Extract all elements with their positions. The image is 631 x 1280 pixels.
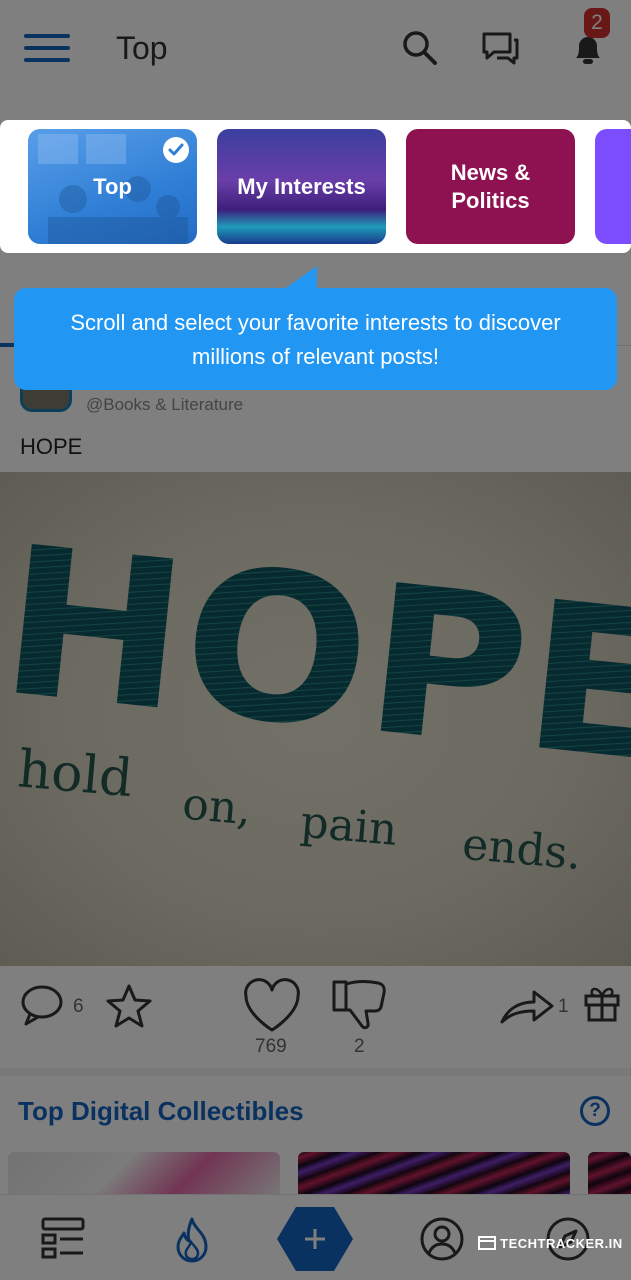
tooltip-line-2: millions of relevant posts! — [192, 344, 439, 369]
image-word-1: hold — [15, 739, 135, 809]
interest-chip-news-politics[interactable]: News & Politics — [406, 129, 575, 244]
interest-picker: Top My Interests News & Politics — [0, 120, 631, 253]
image-word-2: on, — [180, 779, 253, 836]
interest-label-top: Top — [93, 173, 132, 199]
help-icon[interactable]: ? — [580, 1096, 610, 1126]
comment-count: 6 — [73, 996, 84, 1017]
tooltip-line-1: Scroll and select your favorite interest… — [70, 310, 561, 335]
chat-icon[interactable] — [480, 28, 520, 68]
collectible-card-2[interactable] — [298, 1152, 570, 1198]
post-actions: 6 769 2 1 — [0, 966, 631, 1076]
share-count: 1 — [558, 996, 569, 1017]
post-community[interactable]: @Books & Literature — [86, 395, 243, 415]
heart-icon[interactable] — [242, 978, 302, 1034]
dislike-icon[interactable] — [330, 978, 388, 1034]
app-bar: Top 2 — [0, 0, 631, 100]
star-icon[interactable] — [106, 983, 152, 1029]
interest-chip-my-interests[interactable]: My Interests — [217, 129, 386, 244]
page-title: Top — [116, 30, 168, 66]
menu-icon[interactable] — [24, 30, 72, 66]
flame-icon[interactable] — [168, 1215, 216, 1263]
collectibles-heading: Top Digital Collectibles — [18, 1096, 304, 1126]
share-icon[interactable] — [500, 986, 554, 1026]
notification-badge: 2 — [584, 8, 610, 38]
watermark-icon — [478, 1236, 496, 1250]
feed-icon[interactable] — [40, 1215, 88, 1263]
tooltip-arrow — [283, 266, 317, 290]
image-word-3: pain — [298, 797, 399, 856]
interest-chip-top[interactable]: Top — [28, 129, 197, 244]
create-post-button[interactable] — [276, 1205, 354, 1273]
comment-icon[interactable] — [20, 984, 64, 1028]
gift-icon[interactable] — [582, 982, 622, 1022]
like-count: 769 — [255, 1036, 287, 1057]
watermark: TECHTRACKER.IN — [478, 1236, 623, 1251]
profile-icon[interactable] — [418, 1215, 466, 1263]
post-image[interactable]: HOPE hold on, pain ends. — [0, 472, 631, 966]
collectibles-section: Top Digital Collectibles ? — [0, 1084, 631, 1198]
collectible-card-1[interactable] — [8, 1152, 280, 1198]
interest-label-my-interests: My Interests — [237, 173, 366, 199]
interest-label-news-politics: News & Politics — [450, 159, 531, 213]
search-icon[interactable] — [400, 28, 440, 68]
collectible-card-3[interactable] — [588, 1152, 631, 1198]
check-icon — [163, 137, 189, 163]
interest-chip-next[interactable] — [595, 129, 631, 244]
onboarding-tooltip[interactable]: Scroll and select your favorite interest… — [14, 288, 617, 390]
watermark-text: TECHTRACKER.IN — [500, 1236, 623, 1251]
dislike-count: 2 — [354, 1036, 365, 1057]
post-title: HOPE — [20, 434, 83, 459]
image-word-4: ends. — [460, 819, 583, 880]
